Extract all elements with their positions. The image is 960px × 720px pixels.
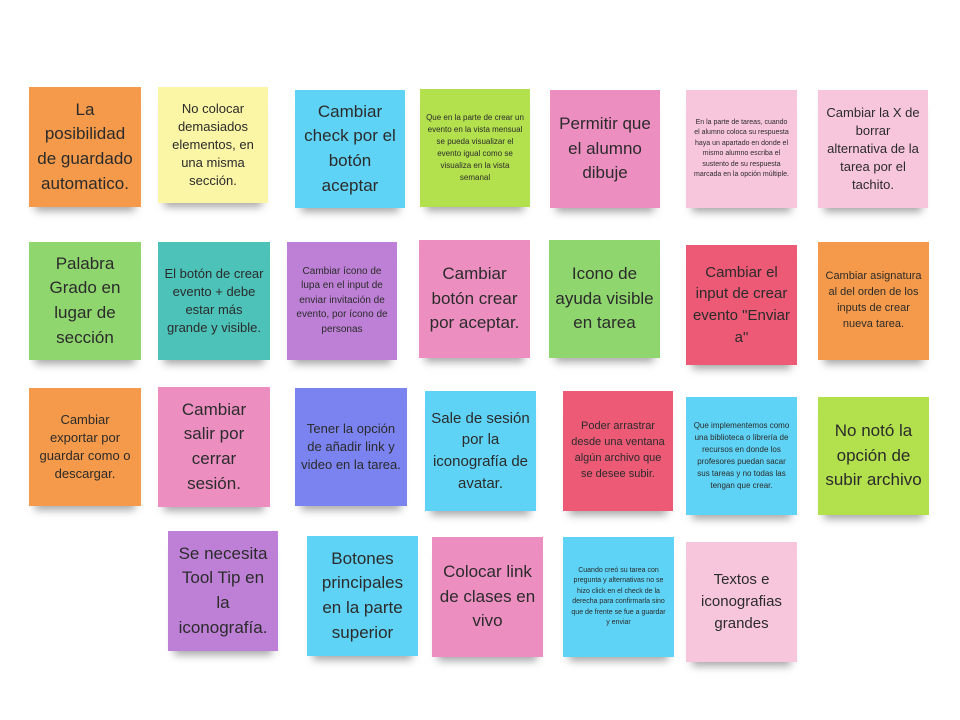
sticky-note[interactable]: Colocar link de clases en vivo xyxy=(432,537,543,657)
sticky-note[interactable]: Icono de ayuda visible en tarea xyxy=(549,240,660,358)
note-text: Icono de ayuda visible en tarea xyxy=(555,264,654,333)
note-text: Textos e iconografias grandes xyxy=(701,571,782,632)
sticky-note[interactable]: Cambiar asignatura al del orden de los i… xyxy=(818,242,929,360)
note-text: No notó la opción de subir archivo xyxy=(825,421,922,490)
sticky-note[interactable]: Se necesita Tool Tip en la iconografía. xyxy=(168,531,278,651)
note-text: Que en la parte de crear un evento en la… xyxy=(426,113,524,182)
sticky-note[interactable]: Que en la parte de crear un evento en la… xyxy=(420,89,530,207)
note-text: Permitir que el alumno dibuje xyxy=(559,114,651,183)
sticky-note[interactable]: Tener la opción de añadir link y video e… xyxy=(295,388,407,506)
note-text: El botón de crear evento + debe estar má… xyxy=(164,265,264,336)
note-text: Cambiar botón crear por aceptar. xyxy=(429,264,520,333)
sticky-note[interactable]: En la parte de tareas, cuando el alumno … xyxy=(686,90,797,208)
note-text: Palabra Grado en lugar de sección xyxy=(49,253,121,347)
sticky-note[interactable]: Poder arrastrar desde una ventana algún … xyxy=(563,391,673,511)
sticky-note[interactable]: Cambiar la X de borrar alternativa de la… xyxy=(818,90,928,208)
note-text: Tener la opción de añadir link y video e… xyxy=(301,420,401,473)
note-text: Cuando creó su tarea con pregunta y alte… xyxy=(571,566,666,627)
note-text: No colocar demasiados elementos, en una … xyxy=(172,100,254,189)
sticky-note[interactable]: La posibilidad de guardado automatico. xyxy=(29,87,141,207)
sticky-note[interactable]: Cambiar exportar por guardar como o desc… xyxy=(29,388,141,506)
sticky-note[interactable]: Que implementemos como una biblioteca o … xyxy=(686,397,797,515)
sticky-note[interactable]: Sale de sesión por la iconografía de ava… xyxy=(425,391,536,511)
note-text: Cambiar asignatura al del orden de los i… xyxy=(825,270,922,330)
note-text: Botones principales en la parte superior xyxy=(321,548,404,642)
sticky-note[interactable]: Cambiar el input de crear evento "Enviar… xyxy=(686,245,797,365)
sticky-note[interactable]: No notó la opción de subir archivo xyxy=(818,397,929,515)
note-text: Cambiar check por el botón aceptar xyxy=(304,101,396,195)
note-text: Poder arrastrar desde una ventana algún … xyxy=(571,420,665,480)
note-text: Sale de sesión por la iconografía de ava… xyxy=(431,409,530,492)
sticky-note[interactable]: Textos e iconografias grandes xyxy=(686,542,797,662)
sticky-note[interactable]: No colocar demasiados elementos, en una … xyxy=(158,87,268,203)
sticky-note[interactable]: Cambiar salir por cerrar sesión. xyxy=(158,387,270,507)
note-text: Que implementemos como una biblioteca o … xyxy=(693,421,790,490)
note-text: Se necesita Tool Tip en la iconografía. xyxy=(178,543,268,637)
note-text: Cambiar exportar por guardar como o desc… xyxy=(39,411,131,482)
note-text: Colocar link de clases en vivo xyxy=(439,562,536,631)
note-text: Cambiar salir por cerrar sesión. xyxy=(181,399,247,493)
sticky-note[interactable]: Permitir que el alumno dibuje xyxy=(550,90,660,208)
note-text: En la parte de tareas, cuando el alumno … xyxy=(694,118,789,179)
note-text: Cambiar ícono de lupa en el input de env… xyxy=(296,265,388,335)
sticky-note[interactable]: Cuando creó su tarea con pregunta y alte… xyxy=(563,537,674,657)
sticky-note[interactable]: Botones principales en la parte superior xyxy=(307,536,418,656)
sticky-note[interactable]: Cambiar ícono de lupa en el input de env… xyxy=(287,242,397,360)
sticky-note[interactable]: Cambiar botón crear por aceptar. xyxy=(419,240,530,358)
sticky-note[interactable]: Palabra Grado en lugar de sección xyxy=(29,242,141,360)
note-text: Cambiar la X de borrar alternativa de la… xyxy=(826,104,920,193)
sticky-note[interactable]: Cambiar check por el botón aceptar xyxy=(295,90,405,208)
note-text: Cambiar el input de crear evento "Enviar… xyxy=(692,263,791,346)
sticky-note-board: La posibilidad de guardado automatico. N… xyxy=(0,0,960,720)
sticky-note[interactable]: El botón de crear evento + debe estar má… xyxy=(158,242,270,360)
note-text: La posibilidad de guardado automatico. xyxy=(37,99,133,193)
